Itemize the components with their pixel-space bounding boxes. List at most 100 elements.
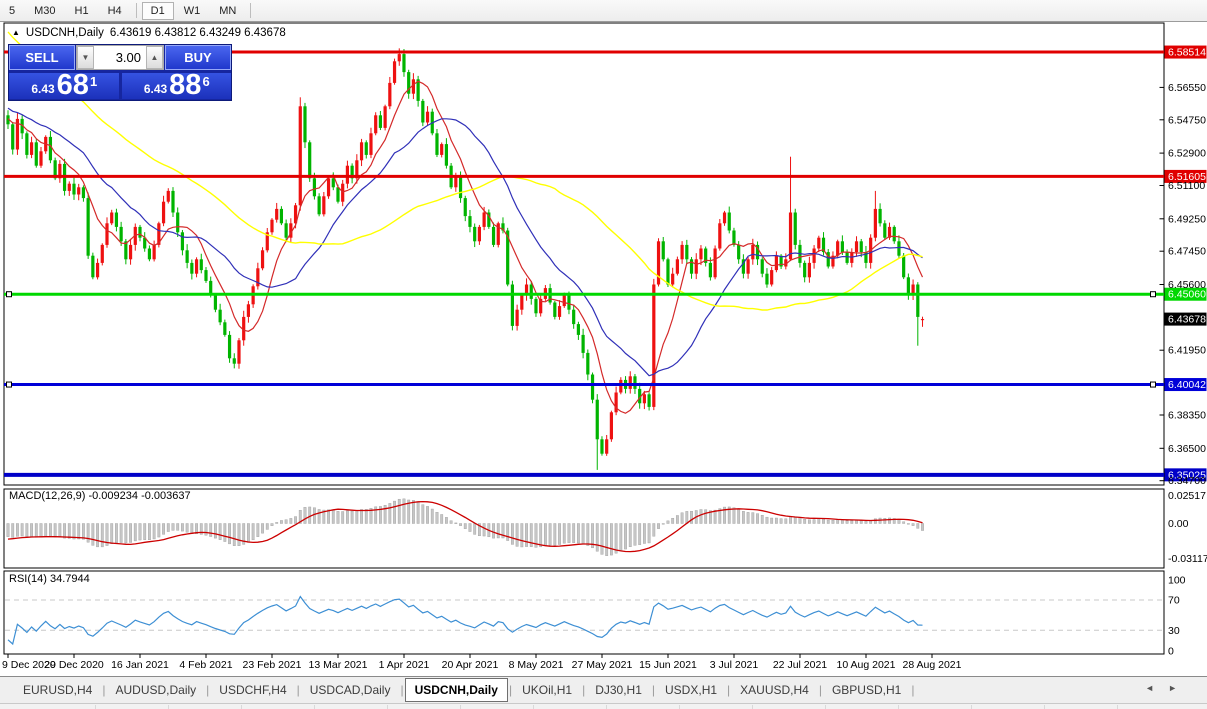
svg-text:1 Apr 2021: 1 Apr 2021 xyxy=(379,659,430,671)
chart-tab-bar: EURUSD,H4|AUDUSD,Daily|USDCHF,H4|USDCAD,… xyxy=(0,676,1207,703)
strip-divider xyxy=(314,705,315,709)
tab-separator: | xyxy=(297,683,300,697)
svg-text:15 Jun 2021: 15 Jun 2021 xyxy=(639,659,697,671)
svg-text:0.00: 0.00 xyxy=(1168,518,1189,530)
level-lines-layer: 6.585146.516056.450606.400426.35025 xyxy=(4,46,1207,482)
svg-text:6.41950: 6.41950 xyxy=(1168,345,1206,357)
date-axis: 9 Dec 202029 Dec 202016 Jan 20214 Feb 20… xyxy=(2,654,962,671)
current-price-badge: 6.43678 xyxy=(1165,313,1207,326)
strip-divider xyxy=(1044,705,1045,709)
svg-text:13 Mar 2021: 13 Mar 2021 xyxy=(309,659,368,671)
tab-scroll-left-icon[interactable]: ◄ xyxy=(1145,683,1168,693)
svg-text:16 Jan 2021: 16 Jan 2021 xyxy=(111,659,169,671)
svg-text:0: 0 xyxy=(1168,646,1174,658)
svg-text:29 Dec 2020: 29 Dec 2020 xyxy=(44,659,104,671)
tab-scroll-right-icon[interactable]: ► xyxy=(1168,683,1191,693)
status-strip xyxy=(0,703,1207,709)
tab-USDCAD-Daily[interactable]: USDCAD,Daily xyxy=(301,679,400,701)
tab-USDCNH-Daily[interactable]: USDCNH,Daily xyxy=(405,678,508,702)
tab-separator: | xyxy=(911,683,914,697)
tab-USDCHF-H4[interactable]: USDCHF,H4 xyxy=(210,679,295,701)
svg-text:6.47450: 6.47450 xyxy=(1168,246,1206,258)
strip-divider xyxy=(241,705,242,709)
buy-price-prefix: 6.43 xyxy=(144,82,167,96)
svg-text:100: 100 xyxy=(1168,575,1186,587)
svg-text:6.49250: 6.49250 xyxy=(1168,213,1206,225)
trading-terminal-window: 5M30H1H4D1W1MN 6.585146.516056.450606.40… xyxy=(0,0,1207,709)
volume-increase-icon[interactable]: ▲ xyxy=(146,46,163,69)
tab-separator: | xyxy=(582,683,585,697)
svg-text:6.34700: 6.34700 xyxy=(1168,475,1206,487)
buy-price-pip: 6 xyxy=(202,74,209,89)
strip-divider xyxy=(752,705,753,709)
rsi-panel-layer: 100 70 30 0 xyxy=(5,575,1186,658)
sell-price-big: 68 xyxy=(57,73,89,98)
svg-text:28 Aug 2021: 28 Aug 2021 xyxy=(903,659,962,671)
candlestick-layer xyxy=(6,48,924,470)
tab-XAUUSD-H4[interactable]: XAUUSD,H4 xyxy=(731,679,818,701)
svg-text:6.36500: 6.36500 xyxy=(1168,443,1206,455)
tab-UKOil-H1[interactable]: UKOil,H1 xyxy=(513,679,581,701)
volume-decrease-icon[interactable]: ▼ xyxy=(77,46,94,69)
collapse-quotes-icon[interactable]: ▲ xyxy=(12,28,20,37)
svg-text:-0.03117: -0.03117 xyxy=(1168,553,1207,565)
svg-text:23 Feb 2021: 23 Feb 2021 xyxy=(243,659,302,671)
chart-canvas[interactable]: 6.585146.516056.450606.400426.350256.436… xyxy=(0,0,1207,709)
sell-price-pip: 1 xyxy=(90,74,97,89)
svg-text:8 May 2021: 8 May 2021 xyxy=(509,659,564,671)
svg-text:30: 30 xyxy=(1168,625,1180,637)
svg-text:70: 70 xyxy=(1168,595,1180,607)
strip-divider xyxy=(387,705,388,709)
strip-divider xyxy=(679,705,680,709)
strip-divider xyxy=(971,705,972,709)
sell-price-display[interactable]: 6.43 68 1 xyxy=(9,73,119,99)
tab-separator: | xyxy=(206,683,209,697)
volume-field[interactable]: 3.00 xyxy=(94,46,146,69)
tab-DJ30-H1[interactable]: DJ30,H1 xyxy=(586,679,651,701)
sell-button[interactable]: SELL xyxy=(9,45,75,70)
svg-text:6.56550: 6.56550 xyxy=(1168,82,1206,94)
tab-AUDUSD-Daily[interactable]: AUDUSD,Daily xyxy=(106,679,205,701)
price-axis: 6.56550 6.54750 6.52900 6.51100 6.49250 6.474… xyxy=(1160,82,1207,487)
macd-label: MACD(12,26,9) -0.009234 -0.003637 xyxy=(9,490,191,502)
tab-separator: | xyxy=(102,683,105,697)
svg-text:10 Aug 2021: 10 Aug 2021 xyxy=(837,659,896,671)
tab-scroll-arrows: ◄► xyxy=(1145,683,1191,693)
strip-divider xyxy=(533,705,534,709)
svg-text:6.52900: 6.52900 xyxy=(1168,148,1206,160)
svg-text:20 Apr 2021: 20 Apr 2021 xyxy=(442,659,499,671)
strip-divider xyxy=(168,705,169,709)
svg-text:6.51100: 6.51100 xyxy=(1168,180,1205,192)
tab-separator: | xyxy=(400,683,403,697)
tab-separator: | xyxy=(652,683,655,697)
chart-title: ▲ USDCNH,Daily 6.43619 6.43812 6.43249 6… xyxy=(12,27,286,39)
svg-text:6.43678: 6.43678 xyxy=(1168,314,1206,326)
buy-button[interactable]: BUY xyxy=(165,45,231,70)
strip-divider xyxy=(1117,705,1118,709)
svg-text:6.58514: 6.58514 xyxy=(1168,47,1206,59)
tab-separator: | xyxy=(819,683,822,697)
svg-text:4 Feb 2021: 4 Feb 2021 xyxy=(179,659,232,671)
buy-price-display[interactable]: 6.43 88 6 xyxy=(122,73,232,99)
svg-text:6.45600: 6.45600 xyxy=(1168,279,1206,291)
strip-divider xyxy=(460,705,461,709)
svg-text:27 May 2021: 27 May 2021 xyxy=(572,659,633,671)
svg-text:6.38350: 6.38350 xyxy=(1168,410,1206,422)
tab-USDX-H1[interactable]: USDX,H1 xyxy=(656,679,726,701)
tab-separator: | xyxy=(509,683,512,697)
strip-divider xyxy=(825,705,826,709)
rsi-label: RSI(14) 34.7944 xyxy=(9,573,90,585)
tab-GBPUSD-H1[interactable]: GBPUSD,H1 xyxy=(823,679,910,701)
buy-price-big: 88 xyxy=(169,73,201,98)
svg-text:6.40042: 6.40042 xyxy=(1168,379,1206,391)
volume-spinner: ▼ 3.00 ▲ xyxy=(76,45,164,70)
svg-text:6.54750: 6.54750 xyxy=(1168,114,1206,126)
strip-divider xyxy=(95,705,96,709)
tab-EURUSD-H4[interactable]: EURUSD,H4 xyxy=(14,679,101,701)
strip-divider xyxy=(898,705,899,709)
chart-symbol-label: USDCNH,Daily xyxy=(26,27,104,39)
svg-text:0.02517: 0.02517 xyxy=(1168,490,1206,502)
svg-text:3 Jul 2021: 3 Jul 2021 xyxy=(710,659,759,671)
one-click-trade-panel: SELL ▼ 3.00 ▲ BUY 6.43 68 1 6.43 88 6 xyxy=(8,44,232,101)
sell-price-prefix: 6.43 xyxy=(31,82,54,96)
